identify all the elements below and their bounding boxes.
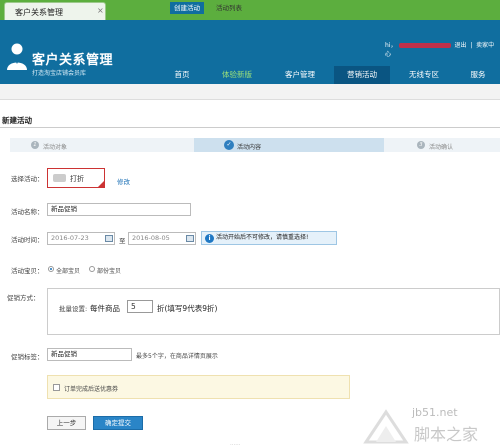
page-title: 新建活动 [2,116,32,125]
discount-hint: 折(填写9代表9折) [157,304,218,313]
radio-some-items[interactable] [89,266,95,272]
discount-input[interactable]: 5 [127,300,153,313]
radio-some-items-label: 部份宝贝 [97,268,122,275]
radio-all-items[interactable] [48,266,54,272]
divider [0,127,500,128]
promotion-tag-hint: 最多5个字，在商品详情页展示 [136,353,218,360]
close-icon[interactable]: × [97,6,104,15]
logout-link[interactable]: 退出 [454,42,466,49]
nav-customers[interactable]: 客户管理 [274,66,326,84]
activity-type-selector[interactable]: 打折 [47,168,105,188]
time-notice-text: 活动开始后不可修改，请慎重选择! [216,234,309,241]
selected-corner-icon [98,181,104,187]
coupon-checkbox-label: 订单完成后送优惠券 [64,386,119,393]
nav-home[interactable]: 首页 [160,66,204,84]
promotion-tag-label: 促销标签： [11,353,44,361]
tag-icon [53,174,66,182]
coupon-checkbox[interactable] [53,384,60,391]
step-2-label: 活动内容 [237,144,262,151]
nav-service[interactable]: 服务 [458,66,498,84]
redacted-username [399,43,452,48]
step-1-label: 活动对象 [43,144,68,151]
promotion-method-label: 促销方式： [7,294,40,302]
activity-name-input[interactable]: 新品促销 [47,203,191,216]
each-item-label: 每件商品 [90,304,120,313]
step-3-number: 3 [417,141,425,149]
user-logo-icon [7,43,27,70]
calendar-icon[interactable] [105,235,113,242]
nav-try-new[interactable]: 体验新版 [212,66,262,84]
tab-activity-list[interactable]: 活动列表 [212,2,246,14]
sub-navigation [0,84,500,100]
browser-tab-title: 客户关系管理 [15,8,63,17]
watermark-name: 脚本之家 [414,425,479,444]
user-info: hi， 退出 | 卖家中心 [385,42,495,58]
select-activity-label: 选择活动： [11,175,44,183]
step-current-bg [194,138,384,152]
nav-wireless[interactable]: 无线专区 [398,66,450,84]
nav-marketing[interactable]: 营销活动 [334,66,390,84]
app-subtitle: 打造淘宝店铺会员库 [32,70,87,77]
check-icon: ✓ [224,140,234,150]
watermark-logo-icon [363,409,409,444]
footer-text: ...... [230,441,241,447]
app-title: 客户关系管理 [32,53,114,68]
radio-all-items-label: 全部宝贝 [56,268,81,275]
activity-type-value: 打折 [70,175,84,183]
step-1-number: 1 [31,141,39,149]
promotion-tag-input[interactable]: 新品促销 [47,348,132,361]
watermark-domain: jb51.net [412,406,458,419]
bulk-setting-label: 批量设置: [59,305,88,313]
user-greeting: hi， [385,42,397,49]
modify-link[interactable]: 修改 [117,176,130,186]
prev-step-button[interactable]: 上一步 [47,416,86,430]
time-notice: i 活动开始后不可修改，请慎重选择! [201,231,337,245]
info-icon: i [205,234,214,243]
browser-tab[interactable]: 客户关系管理 × [4,2,106,20]
date-separator: 至 [119,237,126,245]
submit-button[interactable]: 确定提交 [93,416,143,430]
activity-items-label: 活动宝贝： [11,267,44,275]
calendar-icon[interactable] [186,235,194,242]
step-3-label: 活动确认 [429,144,454,151]
activity-time-label: 活动时间： [11,236,44,244]
activity-name-label: 活动名称： [11,208,44,216]
tab-create-activity[interactable]: 创建活动 [170,2,204,14]
